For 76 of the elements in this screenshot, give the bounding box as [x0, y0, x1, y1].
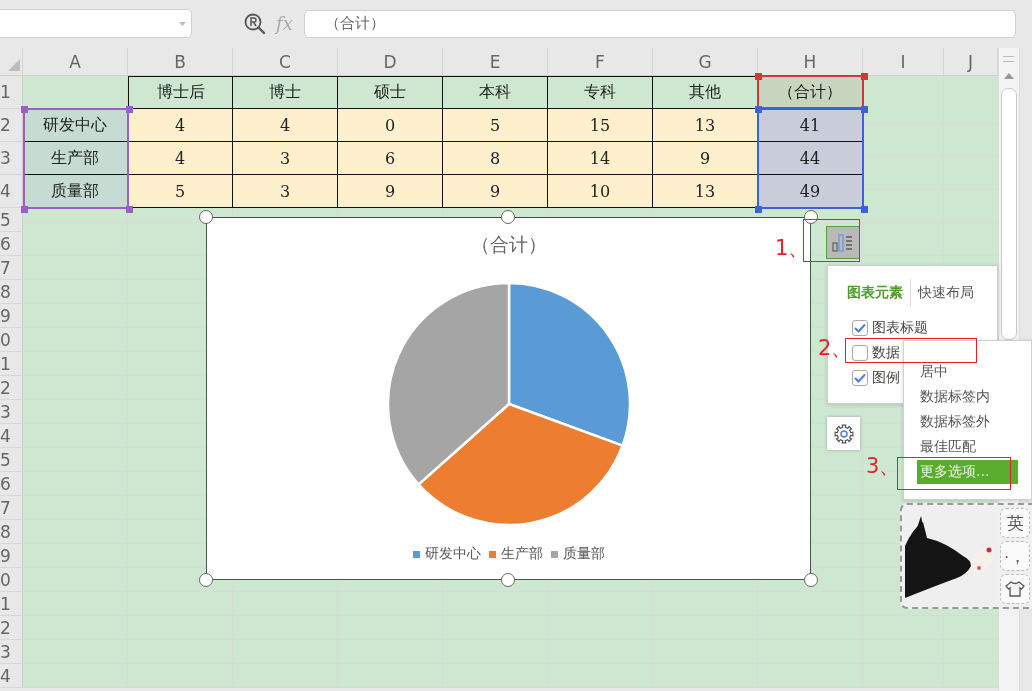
- menu-item[interactable]: 数据标签内: [917, 388, 1018, 406]
- table-cell: 博士后: [128, 76, 233, 109]
- panel-tab[interactable]: 快速布局: [918, 282, 974, 304]
- pie-slice[interactable]: [386, 281, 511, 486]
- table-cell: 9: [443, 175, 548, 208]
- step-number: 3、: [866, 453, 901, 480]
- settings-icon: [833, 423, 854, 444]
- legend-label: 研发中心: [424, 545, 481, 563]
- table-cell: 3: [233, 142, 338, 175]
- column-header[interactable]: A: [23, 48, 128, 76]
- table-cell: 4: [128, 109, 233, 142]
- table-cell: 44: [758, 142, 863, 175]
- legend-label: 生产部: [500, 545, 543, 563]
- menu-item[interactable]: 居中: [917, 363, 1018, 381]
- menu-item[interactable]: 最佳匹配: [917, 438, 1018, 456]
- step-number: 2、: [818, 335, 853, 362]
- table-cell: 13: [653, 175, 758, 208]
- checkbox-label: 数据: [872, 343, 900, 362]
- table-cell: 研发中心: [23, 109, 128, 142]
- column-header[interactable]: F: [548, 48, 653, 76]
- annotation-box: [803, 219, 860, 262]
- table-cell: 13: [653, 109, 758, 142]
- table-cell: 生产部: [23, 142, 128, 175]
- table-cell: 41: [758, 109, 863, 142]
- table-cell: 15: [548, 109, 653, 142]
- panel-tab[interactable]: 图表元素: [847, 282, 903, 304]
- table-cell: 专科: [548, 76, 653, 109]
- table-cell: 0: [338, 109, 443, 142]
- shirt-icon: [1005, 581, 1025, 597]
- column-header[interactable]: C: [233, 48, 338, 76]
- legend-label: 质量部: [562, 545, 605, 563]
- table-cell: 5: [443, 109, 548, 142]
- checkbox[interactable]: [852, 344, 868, 361]
- ime-skin-button[interactable]: [1000, 574, 1030, 604]
- chart-title: （合计）: [470, 232, 547, 257]
- table-cell: 本科: [443, 76, 548, 109]
- table-cell: 14: [548, 142, 653, 175]
- table-cell: 3: [233, 175, 338, 208]
- menu-item[interactable]: 更多选项...: [917, 460, 1018, 484]
- table-cell: 6: [338, 142, 443, 175]
- column-header[interactable]: G: [653, 48, 758, 76]
- table-cell: 质量部: [23, 175, 128, 208]
- column-header[interactable]: B: [128, 48, 233, 76]
- step-number: 1、: [775, 235, 810, 262]
- column-header[interactable]: I: [863, 48, 944, 76]
- table-cell: 9: [338, 175, 443, 208]
- table-cell: 49: [758, 175, 863, 208]
- formula-field[interactable]: （合计）: [304, 9, 1016, 38]
- zoom-icon[interactable]: [244, 12, 266, 35]
- chart-elements-button[interactable]: [826, 226, 860, 259]
- column-header[interactable]: J: [944, 48, 998, 76]
- table-cell: 其他: [653, 76, 758, 109]
- checkbox-label: 图表标题: [872, 318, 928, 337]
- table-cell: 9: [653, 142, 758, 175]
- table-cell: 硕士: [338, 76, 443, 109]
- table-cell: 博士: [233, 76, 338, 109]
- table-cell: 5: [128, 175, 233, 208]
- table-cell: 8: [443, 142, 548, 175]
- scroll-up-icon[interactable]: [1004, 73, 1014, 79]
- table-cell: 4: [233, 109, 338, 142]
- dropdown-caret-icon: [178, 20, 187, 27]
- column-header[interactable]: H: [758, 48, 863, 76]
- settings-button[interactable]: [827, 417, 860, 450]
- column-header[interactable]: E: [443, 48, 548, 76]
- pie-slice[interactable]: [417, 402, 624, 527]
- table-cell: 4: [128, 142, 233, 175]
- checkbox-label: 图例: [872, 368, 900, 387]
- pie-slice[interactable]: [507, 281, 632, 447]
- menu-item[interactable]: 数据标签外: [917, 413, 1018, 431]
- checkbox[interactable]: [852, 369, 868, 386]
- ime-key[interactable]: ·，: [1000, 541, 1030, 571]
- chart-elements-icon: [832, 233, 854, 252]
- ime-key[interactable]: 英: [1000, 508, 1030, 538]
- column-header[interactable]: D: [338, 48, 443, 76]
- checkbox[interactable]: [852, 319, 868, 336]
- table-cell: 10: [548, 175, 653, 208]
